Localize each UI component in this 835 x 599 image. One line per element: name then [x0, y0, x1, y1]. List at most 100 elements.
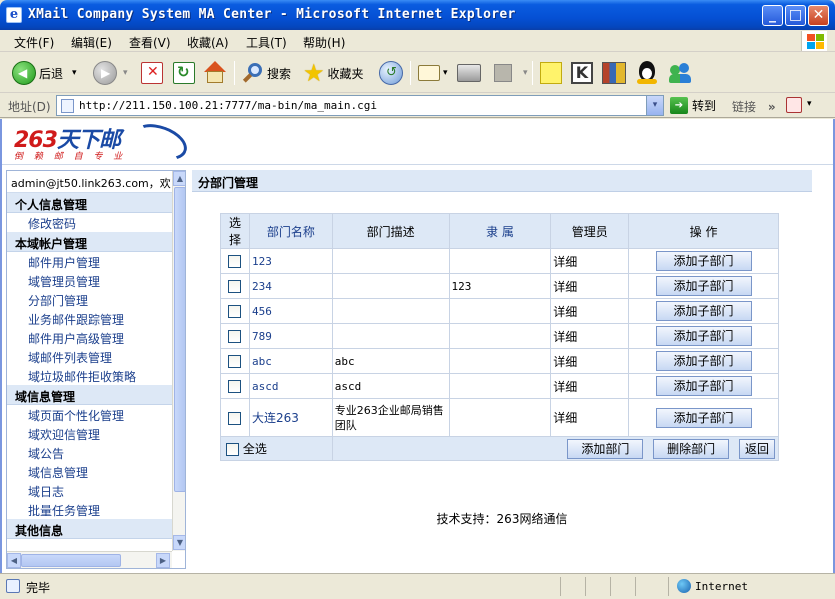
sidebar-item-domain-admins[interactable]: 域管理员管理	[7, 271, 172, 290]
mail-dropdown-icon[interactable]: ▾	[443, 68, 448, 78]
msn-button[interactable]	[668, 59, 692, 87]
add-subdept-button[interactable]: 添加子部门	[655, 351, 752, 371]
refresh-button[interactable]: ↻	[173, 59, 195, 87]
dept-name-link[interactable]: ascd	[248, 373, 333, 399]
back-dropdown-icon[interactable]: ▾	[72, 68, 77, 78]
scroll-up-icon[interactable]: ▲	[173, 171, 185, 186]
add-department-button[interactable]: 添加部门	[567, 438, 644, 459]
row-checkbox[interactable]	[228, 355, 242, 368]
group-domain-accounts[interactable]: 本域帐户管理	[7, 232, 172, 252]
translate-dropdown-icon[interactable]: ▾	[807, 99, 812, 109]
add-subdept-button[interactable]: 添加子部门	[655, 301, 752, 321]
scroll-right-icon[interactable]: ▶	[156, 553, 170, 568]
sidebar-horizontal-scrollbar[interactable]: ◀ ▶	[7, 551, 172, 568]
sidebar-item-departments[interactable]: 分部门管理	[7, 290, 172, 309]
dept-name-link[interactable]: 大连263	[248, 398, 333, 437]
add-subdept-button[interactable]: 添加子部门	[655, 326, 752, 346]
sidebar-item-domain-info[interactable]: 域信息管理	[7, 462, 172, 481]
admin-detail-link[interactable]: 详细	[550, 273, 630, 299]
address-dropdown-icon[interactable]: ▾	[646, 96, 663, 115]
row-checkbox[interactable]	[228, 280, 242, 293]
dept-name-link[interactable]: 789	[248, 323, 333, 349]
menu-view[interactable]: 查看(V)	[129, 34, 171, 51]
menu-file[interactable]: 文件(F)	[14, 34, 54, 51]
row-checkbox[interactable]	[228, 380, 242, 393]
menu-edit[interactable]: 编辑(E)	[71, 34, 112, 51]
table-row: 大连263 专业263企业邮局销售团队 详细 添加子部门	[220, 398, 779, 437]
forward-dropdown-icon[interactable]: ▾	[123, 68, 128, 78]
add-subdept-button[interactable]: 添加子部门	[655, 376, 752, 396]
qq-button[interactable]	[636, 59, 658, 87]
dept-name-link[interactable]: 123	[248, 248, 333, 274]
back-button[interactable]: 后退 ▾	[12, 59, 77, 87]
edit-dropdown-icon[interactable]: ▾	[523, 68, 528, 78]
edit-button[interactable]: ▾	[494, 59, 528, 87]
add-subdept-button[interactable]: 添加子部门	[655, 276, 752, 296]
group-domain-info[interactable]: 域信息管理	[7, 385, 172, 405]
favorites-button[interactable]: ★ 收藏夹	[303, 59, 364, 87]
home-button[interactable]	[203, 59, 227, 87]
delete-department-button[interactable]: 删除部门	[653, 438, 730, 459]
print-button[interactable]	[457, 59, 481, 87]
row-checkbox[interactable]	[228, 411, 242, 425]
row-checkbox[interactable]	[228, 255, 242, 268]
back-return-button[interactable]: 返回	[739, 438, 775, 459]
add-subdept-button[interactable]: 添加子部门	[655, 251, 752, 271]
vertical-scroll-thumb[interactable]	[174, 187, 185, 492]
row-checkbox[interactable]	[228, 330, 242, 343]
dept-name-link[interactable]: 456	[248, 298, 333, 324]
row-checkbox[interactable]	[228, 305, 242, 318]
mail-button[interactable]: ▾	[418, 59, 448, 87]
menu-help[interactable]: 帮助(H)	[303, 34, 345, 51]
col-dept-desc: 部门描述	[331, 213, 450, 249]
close-button[interactable]: ✕	[808, 5, 829, 26]
table-footer-row: 全选 添加部门 删除部门 返回	[220, 436, 780, 461]
minimize-button[interactable]: _	[762, 5, 783, 26]
links-button[interactable]: 链接 »	[732, 98, 776, 115]
sidebar-item-announcement[interactable]: 域公告	[7, 443, 172, 462]
messenger-k-button[interactable]: K	[571, 59, 593, 87]
window-titlebar[interactable]: e XMail Company System MA Center - Micro…	[0, 0, 835, 30]
translate-icon[interactable]	[786, 97, 802, 113]
admin-detail-link[interactable]: 详细	[550, 398, 630, 437]
menu-favorites[interactable]: 收藏(A)	[187, 34, 229, 51]
sidebar-item-change-password[interactable]: 修改密码	[7, 213, 172, 232]
go-button[interactable]: ➔ 转到	[670, 97, 716, 114]
admin-detail-link[interactable]: 详细	[550, 348, 630, 374]
search-button[interactable]: 搜索	[242, 59, 291, 87]
sidebar-item-spam-policy[interactable]: 域垃圾邮件拒收策略	[7, 366, 172, 385]
sidebar-vertical-scrollbar[interactable]: ▲ ▼	[172, 171, 185, 551]
address-input[interactable]: http://211.150.100.21:7777/ma-bin/ma_mai…	[56, 95, 664, 116]
maximize-button[interactable]: □	[785, 5, 806, 26]
admin-detail-link[interactable]: 详细	[550, 248, 630, 274]
add-subdept-button[interactable]: 添加子部门	[655, 407, 752, 428]
account-label: admin@jt50.link263.com，欢	[7, 171, 172, 193]
research-button[interactable]	[602, 59, 626, 87]
sidebar-item-mailing-lists[interactable]: 域邮件列表管理	[7, 347, 172, 366]
select-all-label[interactable]: 全选	[243, 442, 267, 456]
admin-detail-link[interactable]: 详细	[550, 373, 630, 399]
history-button[interactable]: ↺	[379, 59, 403, 87]
sidebar-item-batch-tasks[interactable]: 批量任务管理	[7, 500, 172, 519]
horizontal-scroll-thumb[interactable]	[21, 554, 121, 567]
menu-tools[interactable]: 工具(T)	[246, 34, 287, 51]
group-other-info[interactable]: 其他信息	[7, 519, 172, 539]
select-all-checkbox[interactable]	[226, 443, 239, 456]
stop-button[interactable]: ✕	[141, 59, 163, 87]
sidebar-item-welcome-letter[interactable]: 域欢迎信管理	[7, 424, 172, 443]
sidebar-item-mail-users[interactable]: 邮件用户管理	[7, 252, 172, 271]
dept-name-link[interactable]: abc	[248, 348, 333, 374]
scroll-left-icon[interactable]: ◀	[7, 553, 21, 568]
sidebar-item-mail-tracking[interactable]: 业务邮件跟踪管理	[7, 309, 172, 328]
sidebar-item-advanced-users[interactable]: 邮件用户高级管理	[7, 328, 172, 347]
dept-name-link[interactable]: 234	[248, 273, 333, 299]
discuss-button[interactable]	[540, 59, 562, 87]
forward-button[interactable]: ▾	[93, 59, 128, 87]
address-url[interactable]: http://211.150.100.21:7777/ma-bin/ma_mai…	[79, 99, 377, 112]
group-personal-info[interactable]: 个人信息管理	[7, 193, 172, 213]
admin-detail-link[interactable]: 详细	[550, 323, 630, 349]
admin-detail-link[interactable]: 详细	[550, 298, 630, 324]
scroll-down-icon[interactable]: ▼	[173, 535, 185, 550]
sidebar-item-domain-log[interactable]: 域日志	[7, 481, 172, 500]
sidebar-item-page-customization[interactable]: 域页面个性化管理	[7, 405, 172, 424]
